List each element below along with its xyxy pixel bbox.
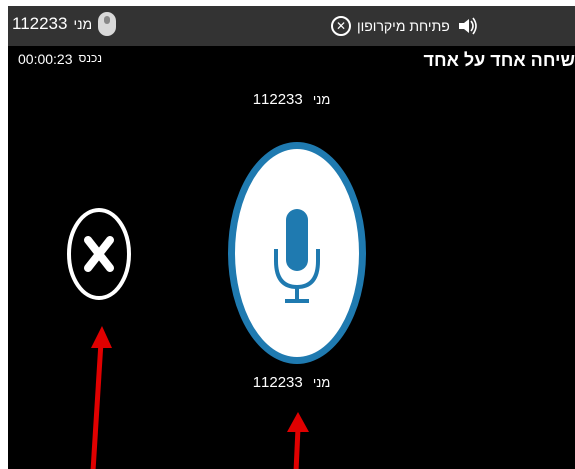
speaker-label-top: 112233 מני bbox=[8, 91, 575, 108]
current-user: 112233 מני bbox=[12, 10, 117, 38]
call-timer: 00:00:23 נכנס bbox=[18, 51, 102, 67]
annotation-arrow-end-call bbox=[90, 326, 112, 469]
user-name: מני bbox=[73, 16, 93, 32]
end-call-button[interactable] bbox=[65, 205, 133, 303]
speaker-icon bbox=[458, 17, 477, 35]
call-screen: 112233 מני ✕ פתיחת מיקרופון 00:00:23 נכנ… bbox=[8, 6, 575, 469]
call-title: שיחה אחד על אחד bbox=[423, 50, 575, 70]
open-microphone-label: פתיחת מיקרופון bbox=[357, 18, 450, 34]
annotation-arrow-mic bbox=[287, 412, 309, 469]
close-circle-icon bbox=[67, 208, 131, 300]
speaker-name: מני bbox=[312, 92, 331, 107]
microphone-icon bbox=[274, 209, 320, 303]
speaker-number: 112233 bbox=[252, 91, 303, 108]
close-icon[interactable]: ✕ bbox=[331, 16, 351, 36]
avatar-icon bbox=[98, 12, 117, 36]
top-bar: 112233 מני ✕ פתיחת מיקרופון bbox=[8, 6, 575, 46]
speaker-name: מני bbox=[312, 375, 331, 390]
call-timer-label: נכנס bbox=[78, 51, 103, 65]
microphone-button[interactable] bbox=[228, 142, 366, 364]
speaker-number: 112233 bbox=[252, 374, 303, 391]
open-microphone-button[interactable]: ✕ פתיחת מיקרופון bbox=[331, 12, 478, 40]
call-info-row: 00:00:23 נכנס שיחה אחד על אחד bbox=[8, 50, 575, 72]
user-number: 112233 bbox=[12, 14, 68, 33]
call-timer-value: 00:00:23 bbox=[18, 51, 73, 67]
